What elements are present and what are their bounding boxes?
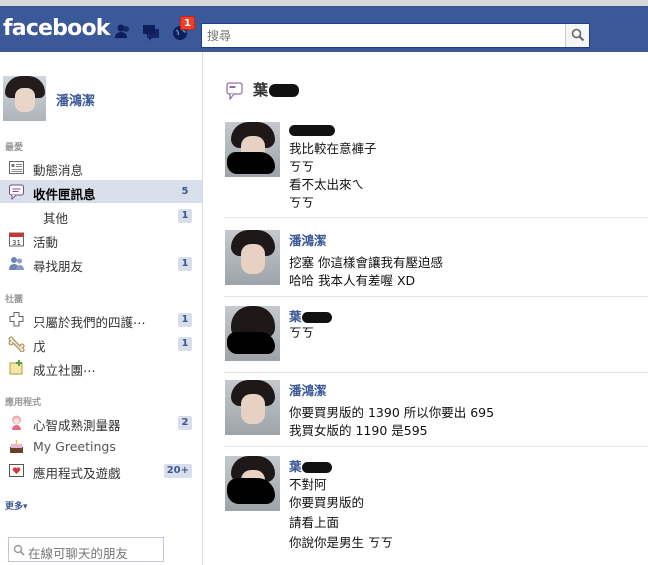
notifications-globe-icon[interactable]: 1 (170, 16, 195, 42)
message-item: 潘鴻潔 挖塞 你這樣會讓我有壓迫感 哈哈 我本人有差喔 XD (224, 230, 648, 297)
sender-avatar[interactable] (225, 380, 280, 435)
message-item: 我比較在意褲子 ㄎㄎ 看不太出來ㄟ ㄎㄎ (224, 122, 648, 218)
sidebar-item-label: 尋找朋友 (33, 259, 84, 274)
sidebar-item-label: 成立社團⋯ (33, 363, 96, 378)
message-text: 我比較在意褲子 (289, 141, 377, 156)
message-text: 我買女版的 1190 是595 (289, 423, 428, 438)
unread-count: 1 (178, 313, 192, 327)
facebook-logo[interactable]: facebook (3, 16, 110, 41)
sidebar-item-app-1[interactable]: 心智成熟測量器 2 (0, 411, 202, 434)
avatar[interactable] (3, 76, 46, 121)
message-item: 葉 不對阿 你要買男版的 請看上面 你說你是男生 ㄎㄎ (224, 456, 648, 565)
message-text: ㄎㄎ (289, 195, 315, 210)
message-text: 你說你是男生 ㄎㄎ (289, 535, 393, 550)
sidebar-item-events[interactable]: 31 活動 (0, 228, 202, 251)
message-text: 不對阿 (289, 477, 327, 492)
greetings-cake-icon (10, 440, 23, 453)
sidebar-item-label: 心智成熟測量器 (33, 418, 121, 433)
search-input[interactable] (202, 24, 562, 47)
sidebar-item-other[interactable]: 其他 1 (0, 204, 202, 227)
notification-badge: 1 (180, 16, 195, 30)
sender-name[interactable]: 潘鴻潔 (289, 380, 327, 399)
apps-games-icon (9, 464, 24, 477)
profile-name[interactable]: 潘鴻潔 (56, 90, 95, 109)
message-text: 哈哈 我本人有差喔 XD (289, 273, 416, 288)
sidebar-item-find-friends[interactable]: 尋找朋友 1 (0, 252, 202, 275)
message-text: ㄎㄎ (289, 325, 315, 340)
sidebar-item-group-1[interactable]: 只屬於我們的四護⋯ 1 (0, 308, 202, 331)
sidebar-item-label: 只屬於我們的四護⋯ (33, 315, 146, 330)
message-text: 請看上面 (289, 515, 340, 530)
unread-count: 1 (178, 337, 192, 351)
chat-search[interactable]: 在線可聊天的朋友 (8, 537, 164, 562)
thread-title: 葉 (253, 79, 300, 100)
search-button[interactable] (565, 24, 589, 47)
sidebar-item-news-feed[interactable]: 動態消息 (0, 156, 202, 179)
top-bar: facebook 1 (0, 0, 648, 52)
sender-avatar[interactable] (225, 306, 280, 361)
message-text: 你要買男版的 1390 所以你要出 695 (289, 405, 495, 420)
left-sidebar: 潘鴻潔 最愛 動態消息 收件匣訊息 5 其他 1 31 活動 尋找朋友 1 社團… (0, 52, 203, 565)
unread-count: 1 (178, 209, 192, 223)
messages-icon (9, 184, 24, 200)
news-feed-icon (9, 161, 24, 174)
sender-avatar[interactable] (225, 122, 280, 177)
unread-count: 20+ (163, 464, 192, 478)
create-group-icon (9, 360, 23, 375)
messages-jewel-icon[interactable] (141, 22, 161, 42)
unread-count: 1 (178, 257, 192, 271)
sidebar-item-label: 戊 (33, 339, 46, 354)
sidebar-item-label: My Greetings (33, 439, 116, 454)
search-box (201, 23, 590, 48)
svg-text:31: 31 (12, 239, 21, 247)
apps-header: 應用程式 (5, 398, 42, 408)
more-link[interactable]: 更多▾ (5, 499, 28, 512)
message-text: 挖塞 你這樣會讓我有壓迫感 (289, 255, 443, 270)
sidebar-item-label: 應用程式及遊戲 (33, 466, 121, 481)
unread-count: 2 (178, 416, 192, 430)
sidebar-item-label: 動態消息 (33, 163, 84, 178)
message-text: 看不太出來ㄟ (289, 177, 365, 192)
message-item: 潘鴻潔 你要買男版的 1390 所以你要出 695 我買女版的 1190 是59… (224, 380, 648, 447)
groups-header: 社團 (5, 295, 24, 305)
sidebar-item-apps-games[interactable]: 應用程式及遊戲 20+ (0, 459, 202, 482)
sender-avatar[interactable] (225, 456, 280, 511)
sidebar-item-create-group[interactable]: 成立社團⋯ (0, 356, 202, 379)
sidebar-item-label: 收件匣訊息 (33, 187, 96, 202)
app-character-icon (12, 415, 21, 430)
message-text: ㄎㄎ (289, 159, 315, 174)
favorites-header: 最愛 (5, 143, 24, 153)
calendar-icon: 31 (9, 232, 24, 247)
message-item: 葉 ㄎㄎ (224, 306, 648, 373)
unread-count: 5 (181, 186, 189, 197)
sender-name[interactable]: 潘鴻潔 (289, 230, 327, 249)
search-icon (571, 28, 585, 42)
group-puzzle-icon (9, 312, 24, 327)
sender-avatar[interactable] (225, 230, 280, 285)
sidebar-item-group-2[interactable]: 戊 1 (0, 332, 202, 355)
sidebar-item-label: 活動 (33, 235, 59, 250)
sidebar-item-label: 其他 (43, 211, 69, 226)
sender-name[interactable]: 葉 (289, 456, 332, 475)
sender-name[interactable] (289, 122, 335, 137)
message-text: 你要買男版的 (289, 495, 365, 510)
group-bone-icon (8, 336, 25, 352)
message-thread-icon (226, 82, 243, 101)
friends-icon (9, 257, 24, 270)
sidebar-item-messages[interactable]: 收件匣訊息 5 (0, 180, 202, 203)
sidebar-item-app-2[interactable]: My Greetings (0, 435, 202, 458)
friend-requests-icon[interactable] (113, 22, 133, 42)
search-icon (13, 544, 25, 556)
chat-search-placeholder: 在線可聊天的朋友 (28, 546, 129, 561)
